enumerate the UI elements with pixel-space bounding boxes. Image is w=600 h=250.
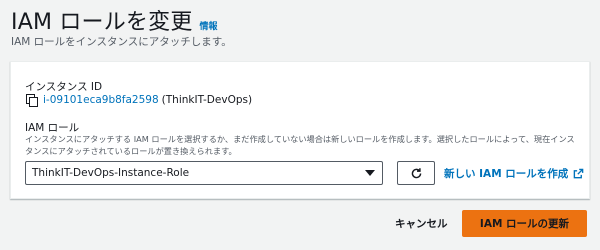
cancel-button[interactable]: キャンセル bbox=[395, 216, 448, 231]
iam-role-select[interactable]: ThinkIT-DevOps-Instance-Role bbox=[25, 161, 383, 185]
iam-role-label: IAM ロール bbox=[25, 122, 80, 134]
instance-id-row: i-09101eca9b8fa2598 (ThinkIT-DevOps) bbox=[25, 94, 253, 107]
info-link[interactable]: 情報 bbox=[200, 19, 218, 32]
iam-role-select-value: ThinkIT-DevOps-Instance-Role bbox=[32, 167, 190, 179]
instance-name: (ThinkIT-DevOps) bbox=[161, 94, 253, 106]
create-iam-role-label: 新しい IAM ロールを作成 bbox=[444, 168, 569, 180]
iam-role-description: インスタンスにアタッチする IAM ロールを選択するか、まだ作成していない場合は… bbox=[25, 134, 575, 156]
page-subtitle: IAM ロールをインスタンスにアタッチします。 bbox=[11, 36, 232, 48]
page-header: IAM ロールを変更 情報 bbox=[11, 4, 218, 36]
caret-down-icon bbox=[365, 170, 375, 176]
instance-id-link[interactable]: i-09101eca9b8fa2598 bbox=[43, 94, 159, 106]
instance-id-label: インスタンス ID bbox=[25, 81, 103, 93]
page-title: IAM ロールを変更 bbox=[11, 10, 193, 35]
external-link-icon bbox=[573, 168, 584, 179]
update-iam-role-button[interactable]: IAM ロールの更新 bbox=[462, 210, 587, 237]
copy-icon[interactable] bbox=[25, 94, 39, 107]
refresh-button[interactable] bbox=[397, 161, 435, 185]
refresh-icon bbox=[411, 167, 421, 178]
create-iam-role-link[interactable]: 新しい IAM ロールを作成 bbox=[444, 166, 584, 181]
settings-panel: インスタンス ID i-09101eca9b8fa2598 (ThinkIT-D… bbox=[10, 61, 590, 199]
